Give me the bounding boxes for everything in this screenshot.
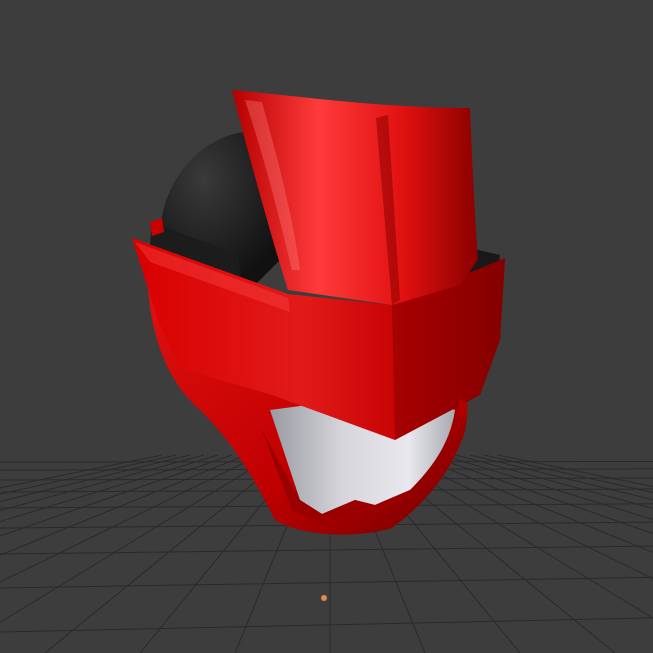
helmet-top-fin — [232, 90, 478, 305]
grid-line-depth — [497, 454, 653, 488]
origin-marker — [321, 595, 327, 601]
grid-line-horizontal — [0, 545, 653, 555]
grid-line-depth — [455, 454, 653, 510]
grid-line-depth — [483, 454, 653, 494]
helmet-model[interactable] — [132, 90, 505, 535]
grid-line-depth — [44, 454, 289, 653]
grid-line-depth — [399, 454, 653, 580]
grid-line-horizontal — [0, 617, 653, 633]
grid-line-horizontal — [0, 576, 653, 589]
grid-line-depth — [469, 454, 653, 501]
3d-viewport[interactable] — [0, 0, 653, 653]
